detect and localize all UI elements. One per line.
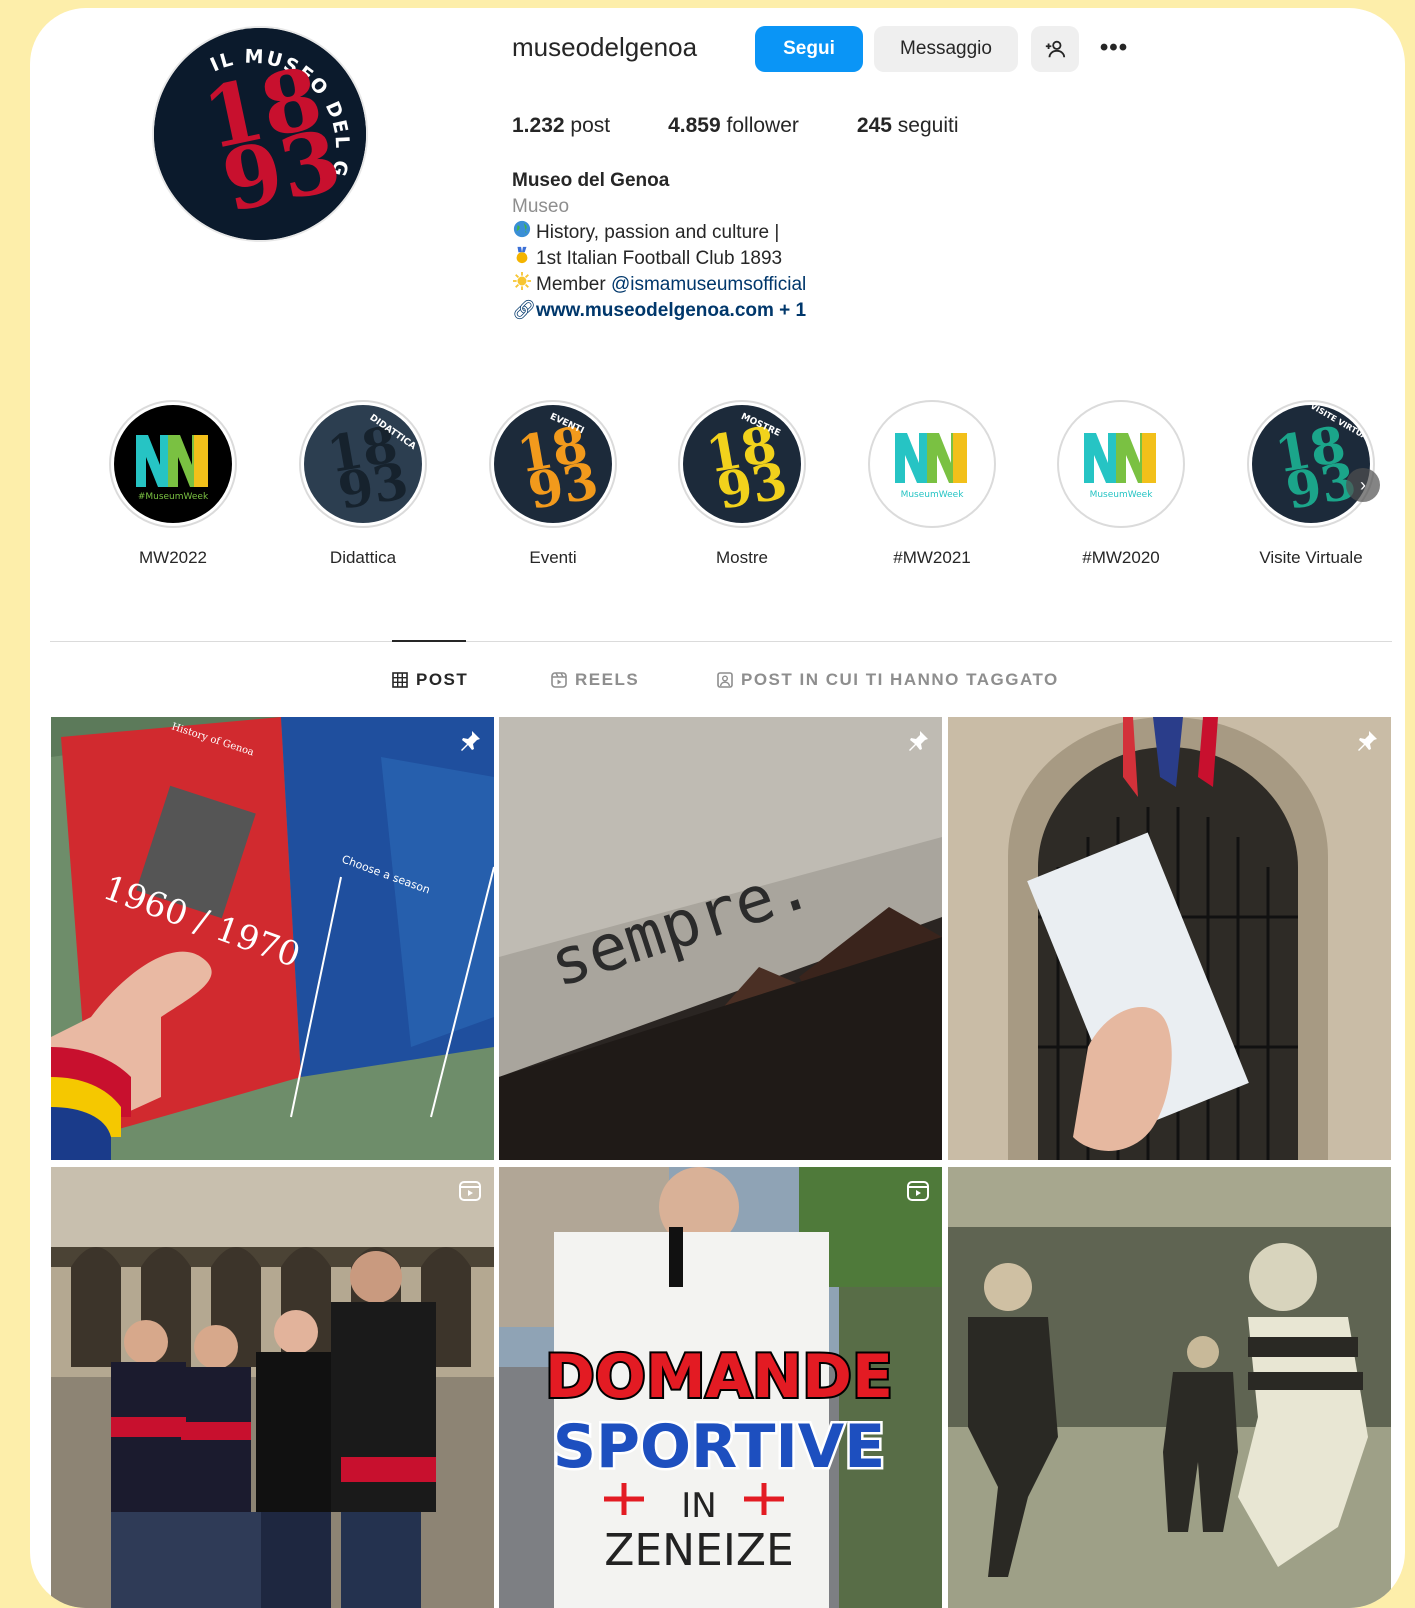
highlight-label: #MW2020 [1082,548,1160,567]
website-more[interactable]: + 1 [774,300,806,321]
website-link[interactable]: www.museodelgenoa.com [536,300,774,321]
tab-tagged-label: POST IN CUI TI HANNO TAGGATO [741,670,1059,689]
suggest-accounts-button[interactable] [1031,26,1079,72]
post-text: ZENEIZE [604,1525,794,1576]
profile-username: museodelgenoa [512,32,698,62]
link-icon: 🔗︎ [512,300,537,321]
highlight-label: MW2022 [138,548,208,567]
profile-page: IL MUSEO DEL GENOA 18 93 museodelgenoa S… [30,8,1405,1608]
svg-text:93: 93 [334,451,413,521]
highlight-label: Didattica [329,548,397,567]
bio-line-history: History, passion and culture | [512,220,806,246]
reel-icon [458,1179,482,1203]
post-tile[interactable] [948,717,1391,1160]
tab-tagged[interactable]: POST IN CUI TI HANNO TAGGATO [717,670,1059,690]
svg-text:#MuseumWeek: #MuseumWeek [138,492,209,502]
highlight-mw2020[interactable]: MuseumWeek #MW2020 [1046,400,1196,568]
profile-stats: 1.232 post 4.859 follower 245 seguiti [512,114,1016,138]
bio-line3-prefix: Member [536,274,606,295]
post-image-typewriter: sempre. [499,717,942,1160]
profile-bio: Museo del Genoa Museo History, passion a… [512,168,806,324]
tab-reels[interactable]: REELS [551,670,639,690]
post-image-vintage-football [948,1167,1391,1608]
highlight-label: Eventi [529,548,577,567]
pin-icon [906,729,930,753]
svg-text:93: 93 [524,451,603,521]
visite-logo-icon: 18 93 VISITE VIRTUALI [1252,405,1370,523]
more-options-button[interactable]: ••• [1096,30,1132,66]
medal-icon [512,246,532,272]
highlight-didattica[interactable]: 18 93 DIDATTICA Didattica [288,400,438,568]
tab-posts[interactable]: POST [392,670,468,690]
highlight-mw2022[interactable]: #MuseumWeek MW2022 [98,400,248,568]
pin-icon [458,729,482,753]
posts-count: 1.232 [512,114,565,137]
pin-icon [1355,729,1379,753]
following-label: seguiti [897,114,959,137]
museum-logo-icon: IL MUSEO DEL GENOA 18 93 [154,28,366,240]
followers-count: 4.859 [668,114,721,137]
svg-text:93: 93 [713,451,792,521]
museumweek-light-icon: MuseumWeek [1062,405,1180,523]
post-text: SPORTIVE [553,1412,885,1482]
post-tile[interactable] [948,1167,1391,1608]
didattica-logo-icon: 18 93 DIDATTICA [304,405,422,523]
tagged-icon [717,672,733,688]
following-count: 245 [856,114,892,137]
bio-line-member: Member @ismamuseumsofficial [512,272,806,298]
message-button[interactable]: Messaggio [874,26,1018,72]
highlight-label: #MW2021 [893,548,971,567]
bio-line1: History, passion and culture | [536,222,780,243]
posts-stat: 1.232 post [512,114,610,138]
highlight-mostre[interactable]: 18 93 MOSTRE Mostre [667,400,817,568]
post-text: DOMANDE [545,1342,893,1412]
highlight-mw2021[interactable]: MuseumWeek #MW2021 [857,400,1007,568]
bio-line2: 1st Italian Football Club 1893 [536,248,783,269]
highlight-eventi[interactable]: 18 93 EVENTI Eventi [478,400,628,568]
sun-icon [512,272,532,298]
tabs-divider [50,641,1392,642]
svg-text:MuseumWeek: MuseumWeek [1090,490,1154,500]
post-image-touchscreen: 1960 / 1970 Choose a season History of G… [51,717,494,1160]
post-image-interview: DOMANDE SPORTIVE IN ZENEIZE [499,1167,942,1608]
post-image-ticket [948,717,1391,1160]
followers-stat[interactable]: 4.859 follower [668,114,799,138]
highlights-next-button[interactable]: › [1346,468,1380,502]
chevron-right-icon: › [1360,474,1366,495]
museumweek-light-icon: MuseumWeek [873,405,991,523]
tab-posts-label: POST [416,670,469,689]
more-options-icon: ••• [1099,34,1129,61]
svg-text:MuseumWeek: MuseumWeek [901,490,965,500]
highlight-label: Visite Virtuale [1259,548,1363,567]
bio-website-row: 🔗︎www.museodelgenoa.com + 1 [512,298,806,324]
bio-mention-link[interactable]: @ismamuseumsofficial [611,274,806,295]
highlight-label: Mostre [716,548,768,567]
posts-label: post [570,114,611,137]
following-stat[interactable]: 245 seguiti [857,114,959,138]
globe-icon [512,220,532,246]
post-tile[interactable] [51,1167,494,1608]
reels-icon [551,672,567,688]
bio-line-club: 1st Italian Football Club 1893 [512,246,806,272]
eventi-logo-icon: 18 93 EVENTI [494,405,612,523]
post-image-kids [51,1167,494,1608]
museumweek-dark-icon: #MuseumWeek [114,405,232,523]
post-tile[interactable]: DOMANDE SPORTIVE IN ZENEIZE [499,1167,942,1608]
follow-button[interactable]: Segui [755,26,863,72]
tab-reels-label: REELS [575,670,640,689]
reel-icon [906,1179,930,1203]
post-text: IN [681,1486,716,1526]
person-add-icon [1045,40,1066,58]
post-tile[interactable]: 1960 / 1970 Choose a season History of G… [51,717,494,1160]
profile-display-name: Museo del Genoa [512,170,670,191]
post-tile[interactable]: sempre. [499,717,942,1160]
mostre-logo-icon: 18 93 MOSTRE [683,405,801,523]
profile-avatar[interactable]: IL MUSEO DEL GENOA 18 93 [154,28,366,240]
active-tab-indicator [392,640,466,642]
followers-label: follower [726,114,799,137]
grid-icon [392,672,408,688]
profile-category: Museo [512,196,570,217]
